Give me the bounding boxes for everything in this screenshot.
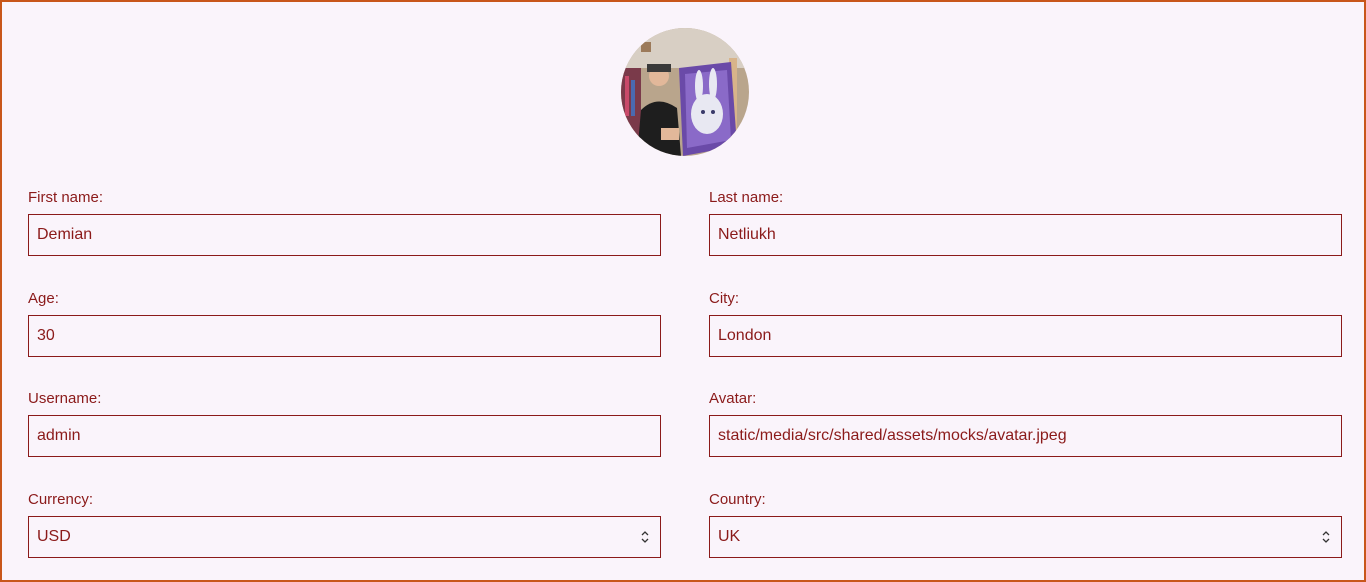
country-field: Country: UK xyxy=(709,491,1342,558)
username-input[interactable]: admin xyxy=(28,415,661,457)
currency-field: Currency: USD xyxy=(28,491,661,558)
avatar-field: Avatar: static/media/src/shared/assets/m… xyxy=(709,390,1342,457)
first-name-field: First name: Demian xyxy=(28,189,661,256)
first-name-input[interactable]: Demian xyxy=(28,214,661,256)
country-select[interactable]: UK xyxy=(709,516,1342,558)
avatar xyxy=(621,28,749,156)
avatar-photo-icon xyxy=(621,28,749,156)
avatar-input[interactable]: static/media/src/shared/assets/mocks/ava… xyxy=(709,415,1342,457)
username-label: Username: xyxy=(28,390,102,407)
city-field: City: London xyxy=(709,290,1342,357)
country-select-value: UK xyxy=(718,528,741,545)
username-field: Username: admin xyxy=(28,390,661,457)
currency-select[interactable]: USD xyxy=(28,516,661,558)
avatar-label: Avatar: xyxy=(709,390,757,407)
chevron-up-down-icon xyxy=(641,531,649,543)
chevron-up-down-icon xyxy=(1322,531,1330,543)
city-input[interactable]: London xyxy=(709,315,1342,357)
age-label: Age: xyxy=(28,290,59,307)
country-label: Country: xyxy=(709,491,766,508)
last-name-label: Last name: xyxy=(709,189,784,206)
last-name-field: Last name: Netliukh xyxy=(709,189,1342,256)
age-input[interactable]: 30 xyxy=(28,315,661,357)
profile-card: First name: Demian Last name: Netliukh A… xyxy=(0,0,1366,582)
first-name-label: First name: xyxy=(28,189,104,206)
last-name-input[interactable]: Netliukh xyxy=(709,214,1342,256)
city-label: City: xyxy=(709,290,739,307)
currency-label: Currency: xyxy=(28,491,94,508)
age-field: Age: 30 xyxy=(28,290,661,357)
currency-select-value: USD xyxy=(37,528,71,545)
